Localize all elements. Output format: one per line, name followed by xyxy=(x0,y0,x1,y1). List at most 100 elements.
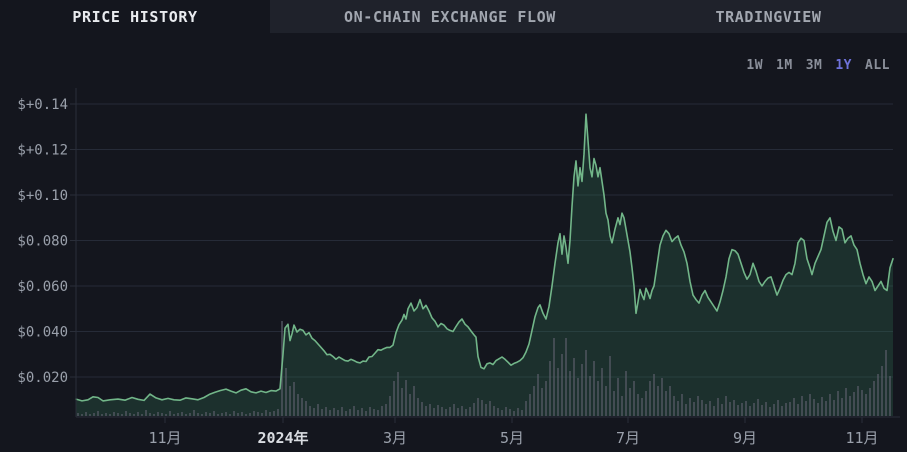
range-all[interactable]: ALL xyxy=(865,58,890,73)
x-axis-label: 7月 xyxy=(616,429,640,447)
volume-bar xyxy=(293,382,295,416)
volume-bar xyxy=(401,388,403,416)
volume-bar xyxy=(333,408,335,416)
volume-bar xyxy=(873,381,875,416)
volume-bar xyxy=(217,414,219,416)
volume-bar xyxy=(621,396,623,416)
volume-bar xyxy=(513,411,515,416)
volume-bar xyxy=(149,413,151,416)
volume-bar xyxy=(745,401,747,416)
volume-bar xyxy=(113,412,115,416)
tab-tradingview[interactable]: TRADINGVIEW xyxy=(630,0,907,33)
volume-bar xyxy=(597,381,599,416)
volume-bar xyxy=(845,388,847,416)
volume-bar xyxy=(817,403,819,416)
volume-bar xyxy=(305,401,307,416)
range-3m[interactable]: 3M xyxy=(806,58,823,73)
volume-bar xyxy=(365,411,367,416)
volume-bar xyxy=(317,404,319,416)
y-axis-label: $0.040 xyxy=(17,325,68,341)
volume-bar xyxy=(377,410,379,416)
range-1m[interactable]: 1M xyxy=(776,58,793,73)
y-axis-label: $0.060 xyxy=(17,279,68,295)
volume-bar xyxy=(805,401,807,416)
volume-bar xyxy=(537,374,539,416)
volume-bar xyxy=(737,405,739,416)
volume-bar xyxy=(385,404,387,416)
volume-bar xyxy=(581,364,583,416)
volume-bar xyxy=(373,409,375,416)
volume-bar xyxy=(829,394,831,416)
y-axis-label: $0.020 xyxy=(17,370,68,386)
volume-bar xyxy=(889,376,891,416)
volume-bar xyxy=(705,404,707,416)
volume-bar xyxy=(517,408,519,416)
volume-bar xyxy=(665,391,667,416)
volume-bar xyxy=(877,374,879,416)
volume-bar xyxy=(465,409,467,416)
volume-bar xyxy=(269,412,271,416)
volume-bar xyxy=(477,398,479,416)
volume-bar xyxy=(549,361,551,416)
volume-bar xyxy=(161,413,163,416)
volume-bar xyxy=(177,413,179,416)
volume-bar xyxy=(761,405,763,416)
volume-bar xyxy=(685,404,687,416)
volume-bar xyxy=(145,410,147,416)
volume-bar xyxy=(505,407,507,416)
volume-bar xyxy=(393,381,395,416)
volume-bar xyxy=(349,409,351,416)
x-axis-label: 9月 xyxy=(733,429,757,447)
volume-bar xyxy=(493,406,495,416)
volume-bar xyxy=(157,412,159,416)
volume-bar xyxy=(409,394,411,416)
volume-bar xyxy=(193,410,195,416)
volume-bar xyxy=(801,396,803,416)
volume-bar xyxy=(541,388,543,416)
volume-bar xyxy=(793,398,795,416)
volume-bar xyxy=(525,401,527,416)
range-1y[interactable]: 1Y xyxy=(835,58,852,73)
volume-bar xyxy=(789,402,791,416)
volume-bar xyxy=(285,368,287,416)
volume-bar xyxy=(181,412,183,416)
volume-bar xyxy=(785,403,787,416)
volume-bar xyxy=(205,412,207,416)
volume-bar xyxy=(185,414,187,416)
volume-bar xyxy=(577,378,579,416)
volume-bar xyxy=(253,411,255,416)
volume-bar xyxy=(825,401,827,416)
volume-bar xyxy=(93,413,95,416)
volume-bar xyxy=(885,350,887,416)
volume-bar xyxy=(457,408,459,416)
volume-bar xyxy=(741,403,743,416)
volume-bar xyxy=(429,404,431,416)
tab-on-chain-exchange-flow[interactable]: ON-CHAIN EXCHANGE FLOW xyxy=(270,0,630,33)
volume-bar xyxy=(261,413,263,416)
volume-bar xyxy=(197,413,199,416)
volume-bar xyxy=(489,401,491,416)
volume-bar xyxy=(661,378,663,416)
x-axis-label: 11月 xyxy=(148,429,181,447)
tab-price-history[interactable]: PRICE HISTORY xyxy=(0,0,270,33)
volume-bar xyxy=(413,386,415,416)
volume-bar xyxy=(881,366,883,416)
volume-bar xyxy=(441,407,443,416)
range-1w[interactable]: 1W xyxy=(746,58,763,73)
volume-bar xyxy=(277,409,279,416)
volume-bar xyxy=(417,398,419,416)
volume-bar xyxy=(117,413,119,416)
volume-bar xyxy=(341,407,343,416)
volume-bar xyxy=(469,407,471,416)
volume-bar xyxy=(617,378,619,416)
volume-bar xyxy=(245,414,247,416)
volume-bar xyxy=(729,402,731,416)
volume-bar xyxy=(625,371,627,416)
volume-bar xyxy=(85,412,87,416)
volume-bar xyxy=(693,402,695,416)
volume-bar xyxy=(585,350,587,416)
volume-bar xyxy=(857,386,859,416)
volume-bar xyxy=(713,406,715,416)
volume-bar xyxy=(545,381,547,416)
volume-bar xyxy=(153,414,155,416)
